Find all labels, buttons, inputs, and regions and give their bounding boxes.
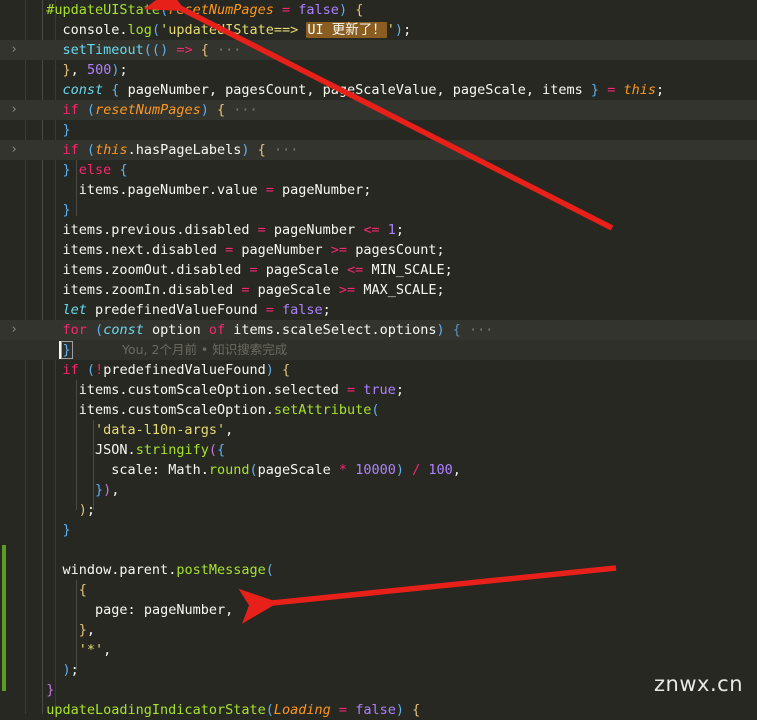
code-line-text: items.zoomOut.disabled = pageScale <= MI… — [30, 262, 453, 278]
code-line[interactable]: }, — [0, 620, 757, 640]
code-line-text: items.customScaleOption.selected = true; — [30, 382, 404, 398]
code-line[interactable]: items.customScaleOption.setAttribute( — [0, 400, 757, 420]
code-line[interactable]: if (this.hasPageLabels) { ··· — [0, 140, 757, 160]
code-line[interactable]: updateLoadingIndicatorState(Loading = fa… — [0, 700, 757, 720]
code-line-text: items.customScaleOption.setAttribute( — [30, 402, 380, 418]
code-line-text: 'data-l10n-args', — [95, 422, 234, 438]
code-line[interactable]: let predefinedValueFound = false; — [0, 300, 757, 320]
code-line-text: '*', — [78, 642, 112, 658]
git-blame-annotation: You, 2个月前 • 知识搜索完成 — [122, 342, 288, 357]
code-line[interactable]: items.zoomOut.disabled = pageScale <= MI… — [0, 260, 757, 280]
code-line[interactable]: items.previous.disabled = pageNumber <= … — [0, 220, 757, 240]
code-line-text: } — [46, 682, 55, 698]
code-line-text: #updateUIState(resetNumPages = false) { — [46, 2, 364, 18]
code-line-text: scale: Math.round(pageScale * 10000) / 1… — [30, 462, 461, 478]
code-line[interactable]: items.pageNumber.value = pageNumber; — [0, 180, 757, 200]
code-line-text: items.previous.disabled = pageNumber <= … — [30, 222, 405, 238]
code-line-text: } — [60, 341, 73, 359]
code-line-text: for (const option of items.scaleSelect.o… — [62, 322, 494, 338]
code-line-text: updateLoadingIndicatorState(Loading = fa… — [46, 702, 421, 718]
code-line-text: } — [62, 522, 71, 538]
code-line[interactable]: items.zoomIn.disabled = pageScale >= MAX… — [0, 280, 757, 300]
code-line-text: if (resetNumPages) { ··· — [62, 102, 258, 118]
code-line-text: window.parent.postMessage( — [30, 562, 274, 578]
code-line[interactable]: items.next.disabled = pageNumber >= page… — [0, 240, 757, 260]
code-line-text: }, 500); — [62, 62, 128, 78]
chevron-right-icon[interactable]: › — [6, 100, 22, 120]
code-line-text: } — [62, 202, 71, 218]
code-line-text: console.log('updateUIState==> UI 更新了！'); — [30, 22, 412, 38]
code-line-text: items.pageNumber.value = pageNumber; — [30, 182, 372, 198]
code-line[interactable]: } else { — [0, 160, 757, 180]
code-line-text: if (!predefinedValueFound) { — [62, 362, 291, 378]
code-line-text: } — [62, 122, 71, 138]
code-line[interactable]: items.customScaleOption.selected = true; — [0, 380, 757, 400]
chevron-right-icon[interactable]: › — [6, 320, 22, 340]
code-line[interactable]: scale: Math.round(pageScale * 10000) / 1… — [0, 460, 757, 480]
code-editor[interactable]: #updateUIState(resetNumPages = false) { … — [0, 0, 757, 718]
code-line[interactable]: } — [0, 120, 757, 140]
code-line[interactable]: } — [0, 680, 757, 700]
code-line-text: { — [78, 582, 87, 598]
chevron-right-icon[interactable]: › — [6, 140, 22, 160]
search-match-highlight: UI 更新了！ — [306, 22, 387, 38]
code-line[interactable]: console.log('updateUIState==> UI 更新了！'); — [0, 20, 757, 40]
code-line[interactable]: } — [0, 520, 757, 540]
site-watermark: znwx.cn — [654, 672, 743, 696]
code-line[interactable]: ); — [0, 660, 757, 680]
code-line[interactable]: '*', — [0, 640, 757, 660]
code-line-text: }), — [95, 482, 120, 498]
code-line-text: items.zoomIn.disabled = pageScale >= MAX… — [30, 282, 445, 298]
text-caret — [59, 341, 61, 359]
code-line[interactable]: } — [0, 340, 757, 360]
chevron-right-icon[interactable]: › — [6, 40, 22, 60]
code-line[interactable]: const { pageNumber, pagesCount, pageScal… — [0, 80, 757, 100]
code-line[interactable]: if (resetNumPages) { ··· — [0, 100, 757, 120]
code-line[interactable]: for (const option of items.scaleSelect.o… — [0, 320, 757, 340]
code-line-text: }, — [78, 622, 96, 638]
code-line-text: if (this.hasPageLabels) { ··· — [62, 142, 299, 158]
code-line[interactable]: page: pageNumber, — [0, 600, 757, 620]
code-line[interactable]: if (!predefinedValueFound) { — [0, 360, 757, 380]
code-line-text: setTimeout(() => { ··· — [62, 42, 242, 58]
code-line-text: } else { — [62, 162, 128, 178]
code-line[interactable]: window.parent.postMessage( — [0, 560, 757, 580]
code-line[interactable]: ); — [0, 500, 757, 520]
code-line-text: let predefinedValueFound = false; — [62, 302, 331, 318]
code-line[interactable]: #updateUIState(resetNumPages = false) { — [0, 0, 757, 20]
code-line[interactable]: }, 500); — [0, 60, 757, 80]
code-line[interactable] — [0, 540, 757, 560]
code-line-text: JSON.stringify({ — [30, 442, 226, 458]
code-line-text: const { pageNumber, pagesCount, pageScal… — [62, 82, 665, 98]
code-line[interactable]: }), — [0, 480, 757, 500]
code-line[interactable]: setTimeout(() => { ··· — [0, 40, 757, 60]
code-line-text: page: pageNumber, — [30, 602, 234, 618]
code-line-text: ); — [62, 662, 79, 678]
code-line[interactable]: } — [0, 200, 757, 220]
code-line[interactable]: JSON.stringify({ — [0, 440, 757, 460]
code-line-text: items.next.disabled = pageNumber >= page… — [30, 242, 445, 258]
git-change-bar — [2, 545, 6, 691]
code-line[interactable]: 'data-l10n-args', — [0, 420, 757, 440]
code-line[interactable]: { — [0, 580, 757, 600]
code-line-text: ); — [78, 502, 96, 518]
